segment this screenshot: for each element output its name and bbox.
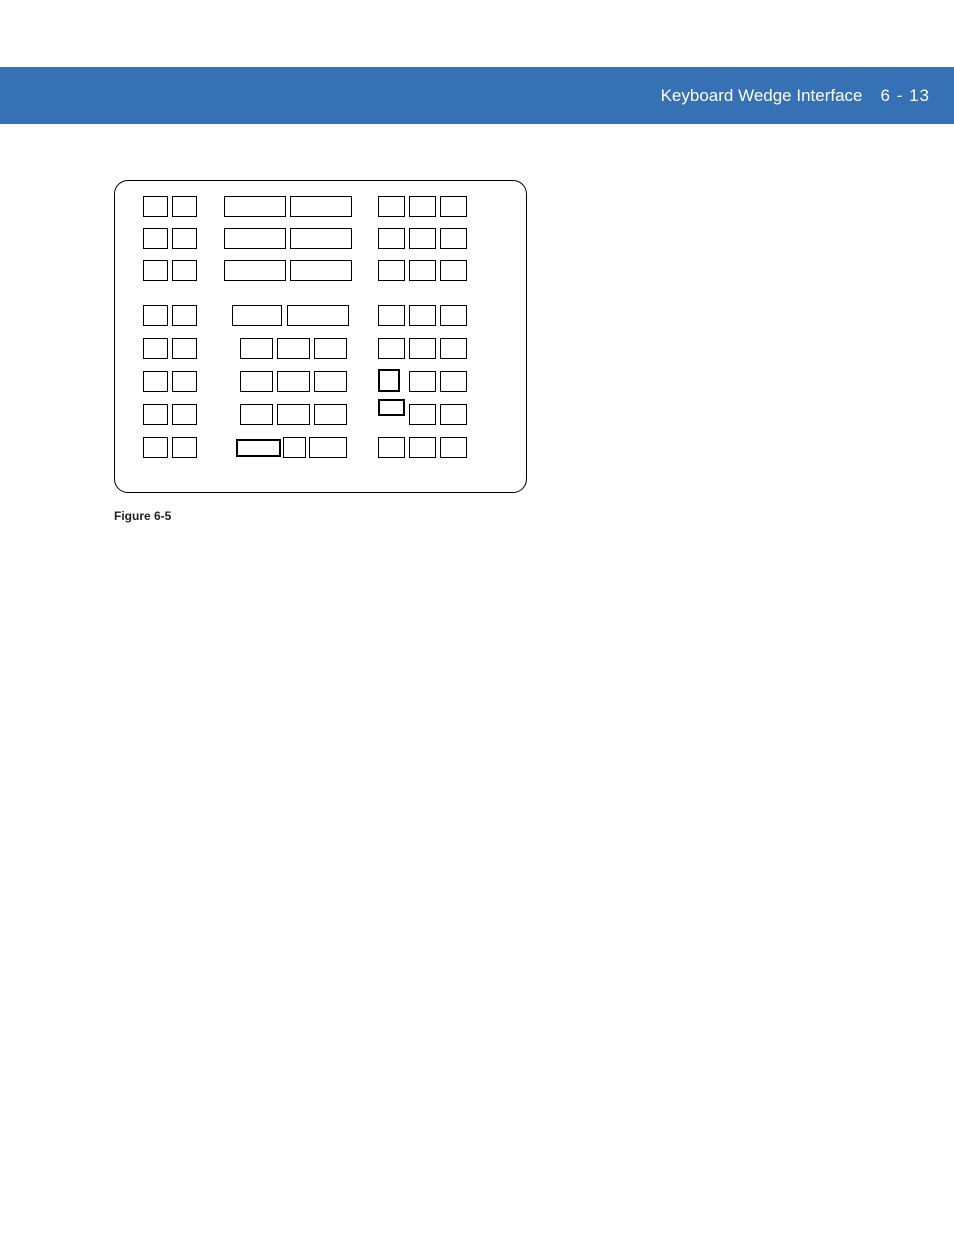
- key: [143, 260, 168, 281]
- key: [314, 371, 347, 392]
- key: [409, 305, 436, 326]
- figure-caption: Figure 6-5: [114, 509, 527, 523]
- key: [378, 196, 405, 217]
- key: [224, 228, 286, 249]
- key: [409, 437, 436, 458]
- key: [224, 196, 286, 217]
- key: [440, 260, 467, 281]
- key: [378, 228, 405, 249]
- key: [172, 196, 197, 217]
- key: [290, 260, 352, 281]
- header-title: Keyboard Wedge Interface: [661, 86, 863, 106]
- key: [290, 228, 352, 249]
- key-highlight: [378, 399, 405, 416]
- key: [240, 371, 273, 392]
- page-header: Keyboard Wedge Interface 6 - 13: [0, 67, 954, 124]
- key: [143, 404, 168, 425]
- key: [440, 228, 467, 249]
- key: [240, 338, 273, 359]
- key: [172, 260, 197, 281]
- key: [409, 260, 436, 281]
- key: [143, 196, 168, 217]
- key: [409, 404, 436, 425]
- key: [143, 338, 168, 359]
- key: [240, 404, 273, 425]
- key: [143, 228, 168, 249]
- key: [172, 371, 197, 392]
- key: [440, 305, 467, 326]
- key: [143, 305, 168, 326]
- key: [143, 437, 168, 458]
- key: [172, 305, 197, 326]
- key: [172, 404, 197, 425]
- key: [440, 437, 467, 458]
- key: [143, 371, 168, 392]
- key: [409, 338, 436, 359]
- key: [287, 305, 349, 326]
- header-page-number: 6 - 13: [881, 86, 930, 106]
- figure-container: Figure 6-5: [114, 180, 527, 523]
- key-highlight: [378, 369, 400, 392]
- key: [172, 228, 197, 249]
- key-highlight: [236, 439, 281, 457]
- key: [277, 338, 310, 359]
- key: [409, 228, 436, 249]
- key: [172, 437, 197, 458]
- key: [309, 437, 347, 458]
- keyboard-diagram: [114, 180, 527, 493]
- key: [314, 404, 347, 425]
- key: [378, 338, 405, 359]
- key: [172, 338, 197, 359]
- key: [378, 305, 405, 326]
- key: [277, 371, 310, 392]
- key: [378, 260, 405, 281]
- key: [378, 437, 405, 458]
- key: [314, 338, 347, 359]
- key: [440, 371, 467, 392]
- key: [409, 371, 436, 392]
- key: [224, 260, 286, 281]
- key: [440, 196, 467, 217]
- key: [440, 338, 467, 359]
- key: [232, 305, 282, 326]
- key: [277, 404, 310, 425]
- key: [283, 437, 306, 458]
- key: [290, 196, 352, 217]
- key: [440, 404, 467, 425]
- key: [409, 196, 436, 217]
